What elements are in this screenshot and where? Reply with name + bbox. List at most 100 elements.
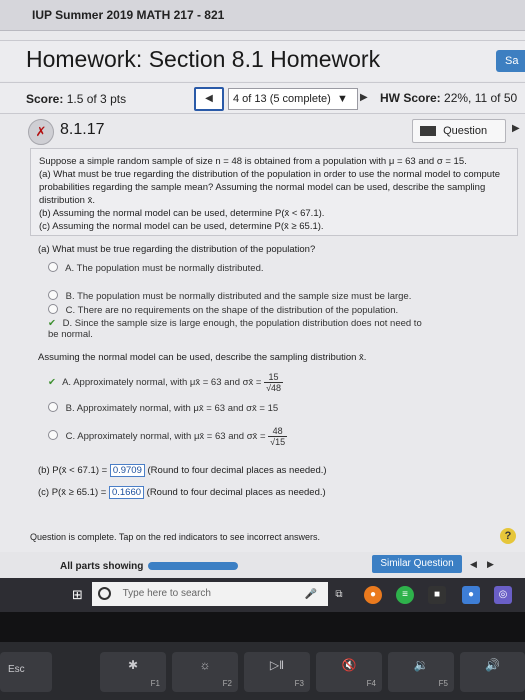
triangle-right-icon[interactable]: ▶ <box>487 559 494 570</box>
score-label: Score: <box>26 92 64 106</box>
f5-key[interactable]: 🔉 F5 <box>388 652 454 692</box>
part-b-note: (Round to four decimal places as needed.… <box>147 465 327 476</box>
play-pause-icon: ▷‖ <box>269 658 285 672</box>
radio-button[interactable] <box>48 290 58 300</box>
problem-statement: Suppose a simple random sample of size n… <box>30 148 518 236</box>
f3-label: F3 <box>294 679 304 688</box>
f3-key[interactable]: ▷‖ F3 <box>244 652 310 692</box>
similar-question-button[interactable]: Similar Question <box>372 555 462 573</box>
part-a-option-a[interactable]: A. The population must be normally distr… <box>48 262 264 274</box>
f2-label: F2 <box>222 679 232 688</box>
part-a-option-c[interactable]: C. There are no requirements on the shap… <box>48 304 398 316</box>
sampling-question: Assuming the normal model can be used, d… <box>38 352 367 363</box>
part-b-answer-field[interactable]: 0.9709 <box>109 464 145 477</box>
score-row: Score: 1.5 of 3 pts ◀ 4 of 13 (5 complet… <box>0 82 525 114</box>
fraction: 48 √15 <box>268 426 288 447</box>
answer-area: (a) What must be true regarding the dist… <box>30 240 518 560</box>
chevron-down-icon: ▼ <box>333 93 348 105</box>
part-a-option-d[interactable]: ✔ D. Since the sample size is large enou… <box>48 318 428 340</box>
taskbar-search-input[interactable]: Type here to search <box>92 582 328 606</box>
part-c-answer-field[interactable]: 0.1660 <box>108 486 145 499</box>
help-icon[interactable]: ? <box>500 528 516 544</box>
problem-line-3: (b) Assuming the normal model can be use… <box>39 208 325 219</box>
part-a-option-b[interactable]: B. The population must be normally distr… <box>48 290 411 302</box>
radio-button[interactable] <box>48 304 58 314</box>
part-c-note: (Round to four decimal places as needed.… <box>146 487 326 498</box>
option-text: Approximately normal, with μx̄ = 63 and … <box>77 431 266 443</box>
keyboard: Esc ✱ F1 ☼ F2 ▷‖ F3 🔇 F4 🔉 F5 🔊 <box>0 642 525 700</box>
option-text: The population must be normally distribu… <box>77 291 412 302</box>
fraction-numerator: 48 <box>268 426 288 437</box>
option-letter: B. <box>65 403 75 414</box>
option-text: The population must be normally distribu… <box>76 263 264 274</box>
microphone-icon[interactable]: 🎤 <box>302 586 320 604</box>
f1-key[interactable]: ✱ F1 <box>100 652 166 692</box>
part-c-row: (c) P(x̄ ≥ 65.1) = 0.1660 (Round to four… <box>38 486 326 499</box>
completion-message: Question is complete. Tap on the red ind… <box>30 532 320 542</box>
previous-question-button[interactable]: ◀ <box>194 87 224 111</box>
parts-row: All parts showing Similar Question ◀ ▶ <box>0 552 525 578</box>
radio-button[interactable] <box>48 402 58 412</box>
part-a-question: (a) What must be true regarding the dist… <box>38 244 316 255</box>
radio-button[interactable] <box>48 262 58 272</box>
progress-value: 4 of 13 (5 complete) <box>233 93 331 105</box>
option-letter: A. <box>65 263 75 274</box>
f5-label: F5 <box>438 679 448 688</box>
fraction-denominator: √15 <box>270 437 286 447</box>
hw-score-value: 22%, 11 of 50 <box>444 91 518 105</box>
question-progress-select[interactable]: 4 of 13 (5 complete) ▼ <box>228 88 358 110</box>
parts-progress-bar <box>148 562 238 570</box>
fraction: 15 √48 <box>264 372 284 393</box>
spotify-icon[interactable]: ≡ <box>396 586 414 604</box>
score-value: 1.5 of 3 pts <box>66 92 127 106</box>
problem-line-4: (c) Assuming the normal model can be use… <box>39 221 324 232</box>
hw-score-label: HW Score: <box>380 91 441 105</box>
list-icon <box>420 126 436 137</box>
homework-header: Homework: Section 8.1 Homework Sa <box>0 40 525 81</box>
checkmark-icon: ✔ <box>48 377 56 389</box>
cortana-icon <box>98 586 111 600</box>
sampling-option-b[interactable]: B. Approximately normal, with μx̄ = 63 a… <box>48 402 278 414</box>
radio-button[interactable] <box>48 430 58 441</box>
course-bar: IUP Summer 2019 MATH 217 - 821 <box>0 0 525 31</box>
chevron-right-icon[interactable]: ▶ <box>512 123 520 134</box>
sampling-option-c[interactable]: C. Approximately normal, with μx̄ = 63 a… <box>48 426 288 447</box>
option-text: Since the sample size is large enough, t… <box>48 318 422 340</box>
task-view-icon[interactable]: ⧉ <box>330 586 348 604</box>
score-text: Score: 1.5 of 3 pts <box>26 92 126 106</box>
option-letter: C. <box>65 431 76 443</box>
option-text: Approximately normal, with μx̄ = 63 and … <box>73 377 262 389</box>
volume-down-icon: 🔉 <box>413 658 429 672</box>
brightness-down-icon: ✱ <box>127 658 139 672</box>
f6-key[interactable]: 🔊 <box>460 652 525 692</box>
save-button[interactable]: Sa <box>496 50 525 72</box>
f4-label: F4 <box>366 679 376 688</box>
option-letter: A. <box>62 377 72 389</box>
hw-score: HW Score: 22%, 11 of 50 <box>380 91 517 105</box>
esc-key[interactable]: Esc <box>0 652 52 692</box>
f2-key[interactable]: ☼ F2 <box>172 652 238 692</box>
checkmark-icon: ✔ <box>48 318 56 329</box>
course-title: IUP Summer 2019 MATH 217 - 821 <box>32 8 225 22</box>
triangle-left-icon[interactable]: ◀ <box>470 559 477 570</box>
settings-app-icon[interactable]: ● <box>462 586 480 604</box>
chrome-icon[interactable]: ● <box>364 586 382 604</box>
sampling-option-a[interactable]: ✔ A. Approximately normal, with μx̄ = 63… <box>48 372 284 393</box>
parts-label: All parts showing <box>60 561 144 572</box>
partial-credit-icon: ✗ <box>28 119 54 145</box>
option-letter: C. <box>65 305 76 316</box>
office-icon[interactable]: ■ <box>428 586 446 604</box>
search-placeholder: Type here to search <box>122 588 211 599</box>
question-row: ✗ 8.1.17 Question Help ▶ <box>0 115 525 159</box>
windows-start-icon[interactable]: ⊞ <box>72 588 88 602</box>
laptop-bezel <box>0 612 525 642</box>
taskbar: ⊞ Type here to search 🎤 ⧉ ● ≡ ■ ● ◎ <box>0 578 525 612</box>
brightness-up-icon: ☼ <box>199 658 211 672</box>
fraction-denominator: √48 <box>266 383 282 393</box>
next-question-button[interactable]: ▶ <box>360 92 368 103</box>
app-icon[interactable]: ◎ <box>494 586 512 604</box>
option-text: Approximately normal, with μx̄ = 63 and … <box>76 403 279 414</box>
option-letter: B. <box>65 291 75 302</box>
f4-key[interactable]: 🔇 F4 <box>316 652 382 692</box>
question-help-button[interactable]: Question Help <box>412 119 506 159</box>
